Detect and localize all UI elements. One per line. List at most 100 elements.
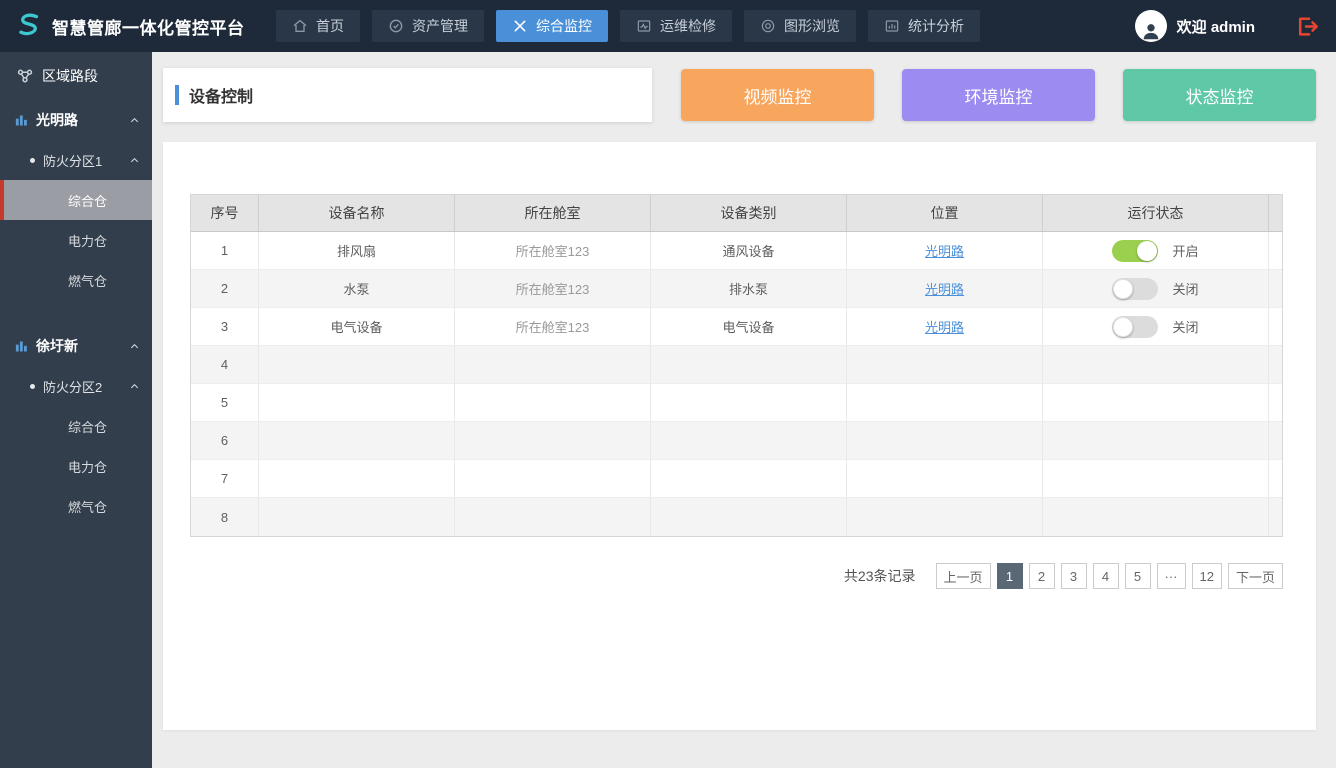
sidebar-group-label-guangminglu[interactable]: 光明路 (0, 100, 152, 140)
cell-location: 光明路 (847, 232, 1043, 269)
nav-label: 综合监控 (536, 16, 592, 36)
app-title: 智慧管廊一体化管控平台 (52, 14, 245, 39)
cell-room (455, 498, 651, 536)
chevron-up-icon (129, 115, 140, 126)
cell-seq: 5 (191, 384, 259, 421)
cell-location (847, 460, 1043, 497)
table-row: 2 水泵 所在舱室123 排水泵 光明路 关闭 (191, 270, 1282, 308)
cell-status (1043, 384, 1269, 421)
sidebar-header-label: 区域路段 (42, 66, 98, 86)
table-row: 6 (191, 422, 1282, 460)
main-content: 设备控制 视频监控 环境监控 状态监控 序号 设备名称 所在舱室 设备类别 位置… (152, 52, 1336, 768)
item-label: 电力仓 (68, 231, 107, 250)
nav-item-home[interactable]: 首页 (276, 10, 360, 42)
prev-page-button[interactable]: 上一页 (936, 563, 991, 589)
cell-spacer (1269, 270, 1282, 307)
nav-label: 图形浏览 (784, 16, 840, 36)
toggle-knob (1113, 317, 1133, 337)
sidebar-item-dianlicang-1[interactable]: 电力仓 (0, 220, 152, 260)
cell-seq: 8 (191, 498, 259, 536)
location-link[interactable]: 光明路 (925, 241, 964, 260)
cell-spacer (1269, 422, 1282, 459)
cell-location (847, 422, 1043, 459)
avatar[interactable] (1135, 10, 1167, 42)
cell-location (847, 384, 1043, 421)
cell-status (1043, 422, 1269, 459)
sidebar-section-fire-zone-1[interactable]: 防火分区1 (0, 140, 152, 180)
status-monitor-button[interactable]: 状态监控 (1123, 69, 1316, 121)
location-link[interactable]: 光明路 (925, 317, 964, 336)
cell-room: 所在舱室123 (455, 308, 651, 345)
environment-monitor-button[interactable]: 环境监控 (902, 69, 1095, 121)
status-toggle[interactable] (1112, 278, 1158, 300)
cell-room: 所在舱室123 (455, 270, 651, 307)
section-label: 防火分区1 (43, 151, 102, 170)
cell-seq: 3 (191, 308, 259, 345)
sidebar-item-zonghecang-2[interactable]: 综合仓 (0, 406, 152, 446)
page-button-5[interactable]: 5 (1125, 563, 1151, 589)
building-icon (14, 113, 29, 128)
cell-location: 光明路 (847, 308, 1043, 345)
cell-name (259, 346, 455, 383)
status-label: 关闭 (1172, 279, 1198, 298)
cell-room (455, 384, 651, 421)
page-button-3[interactable]: 3 (1061, 563, 1087, 589)
sidebar-group-label-xuweixin[interactable]: 徐圩新 (0, 326, 152, 366)
cell-category (651, 460, 847, 497)
pagination: 共23条记录 上一页 1 2 3 4 5 ··· 12 下一页 (190, 563, 1283, 589)
nav-item-graphics[interactable]: 图形浏览 (744, 10, 856, 42)
logout-icon[interactable] (1295, 14, 1320, 39)
toggle-knob (1113, 279, 1133, 299)
status-toggle[interactable] (1112, 240, 1158, 262)
cell-name (259, 384, 455, 421)
cell-spacer (1269, 498, 1282, 536)
cell-name (259, 460, 455, 497)
group-label: 光明路 (36, 110, 78, 130)
video-monitor-button[interactable]: 视频监控 (681, 69, 874, 121)
home-icon (292, 18, 308, 34)
sidebar-item-ranqicang-2[interactable]: 燃气仓 (0, 486, 152, 526)
status-label: 关闭 (1172, 317, 1198, 336)
cell-status (1043, 460, 1269, 497)
status-label: 开启 (1172, 241, 1198, 260)
bullet-icon (30, 384, 35, 389)
header-seq: 序号 (191, 195, 259, 231)
section-label: 防火分区2 (43, 377, 102, 396)
next-page-button[interactable]: 下一页 (1228, 563, 1283, 589)
location-link[interactable]: 光明路 (925, 279, 964, 298)
device-table-panel: 序号 设备名称 所在舱室 设备类别 位置 运行状态 1 排风扇 所在舱室123 … (163, 142, 1316, 730)
nav-label: 资产管理 (412, 16, 468, 36)
nav-item-statistics[interactable]: 统计分析 (868, 10, 980, 42)
building-icon (14, 339, 29, 354)
bullet-icon (30, 158, 35, 163)
page-ellipsis[interactable]: ··· (1157, 563, 1186, 589)
item-label: 电力仓 (68, 457, 107, 476)
page-button-1[interactable]: 1 (997, 563, 1023, 589)
topbar: 智慧管廊一体化管控平台 首页 资产管理 综合监控 运维检修 图形浏览 统计分析 (0, 0, 1336, 52)
nav-item-assets[interactable]: 资产管理 (372, 10, 484, 42)
table-row: 4 (191, 346, 1282, 384)
cell-name (259, 422, 455, 459)
group-label: 徐圩新 (36, 336, 78, 356)
status-toggle[interactable] (1112, 316, 1158, 338)
sidebar-item-zonghecang-1[interactable]: 综合仓 (0, 180, 152, 220)
table-header-row: 序号 设备名称 所在舱室 设备类别 位置 运行状态 (191, 195, 1282, 232)
page-button-4[interactable]: 4 (1093, 563, 1119, 589)
table-row: 1 排风扇 所在舱室123 通风设备 光明路 开启 (191, 232, 1282, 270)
sidebar-item-dianlicang-2[interactable]: 电力仓 (0, 446, 152, 486)
header-spacer (1269, 195, 1282, 231)
item-label: 燃气仓 (68, 497, 107, 516)
nav-item-monitoring[interactable]: 综合监控 (496, 10, 608, 42)
nav-item-maintenance[interactable]: 运维检修 (620, 10, 732, 42)
sidebar-item-ranqicang-1[interactable]: 燃气仓 (0, 260, 152, 300)
cell-location (847, 346, 1043, 383)
cell-status (1043, 346, 1269, 383)
page-button-2[interactable]: 2 (1029, 563, 1055, 589)
sidebar-group-xuweixin: 徐圩新 防火分区2 综合仓 电力仓 燃气仓 (0, 326, 152, 526)
sidebar-section-fire-zone-2[interactable]: 防火分区2 (0, 366, 152, 406)
nav-label: 统计分析 (908, 16, 964, 36)
page-button-12[interactable]: 12 (1192, 563, 1222, 589)
cell-room (455, 460, 651, 497)
chevron-up-icon (129, 155, 140, 166)
pulse-chart-icon (636, 18, 652, 34)
